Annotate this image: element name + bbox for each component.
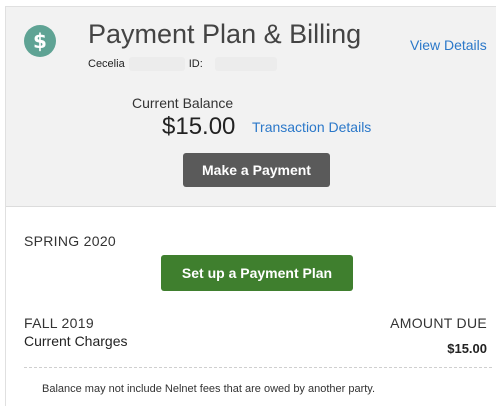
student-info: Cecelia ID: — [88, 57, 277, 71]
term-name-fall: FALL 2019 — [24, 315, 94, 331]
fees-disclaimer: Balance may not include Nelnet fees that… — [42, 383, 376, 395]
current-balance-label: Current Balance — [132, 95, 234, 111]
current-charges-label: Current Charges — [24, 333, 128, 349]
current-charges-amount: $15.00 — [447, 341, 487, 356]
billing-header: $ Payment Plan & Billing View Details Ce… — [6, 7, 496, 207]
view-details-link[interactable]: View Details — [410, 37, 487, 53]
current-balance-amount: $15.00 — [162, 113, 236, 140]
make-payment-button[interactable]: Make a Payment — [183, 153, 330, 187]
term-name-spring: SPRING 2020 — [24, 233, 117, 249]
dollar-icon: $ — [24, 25, 56, 57]
setup-payment-plan-button[interactable]: Set up a Payment Plan — [161, 255, 353, 291]
redacted-id — [214, 57, 277, 71]
redacted-last-name — [128, 57, 185, 71]
divider — [24, 367, 492, 368]
transaction-details-link[interactable]: Transaction Details — [252, 119, 371, 135]
amount-due-header: AMOUNT DUE — [390, 315, 487, 331]
billing-card: $ Payment Plan & Billing View Details Ce… — [5, 6, 496, 406]
student-name: Cecelia — [88, 57, 125, 70]
page-title: Payment Plan & Billing — [88, 19, 362, 49]
id-label: ID: — [188, 57, 203, 70]
